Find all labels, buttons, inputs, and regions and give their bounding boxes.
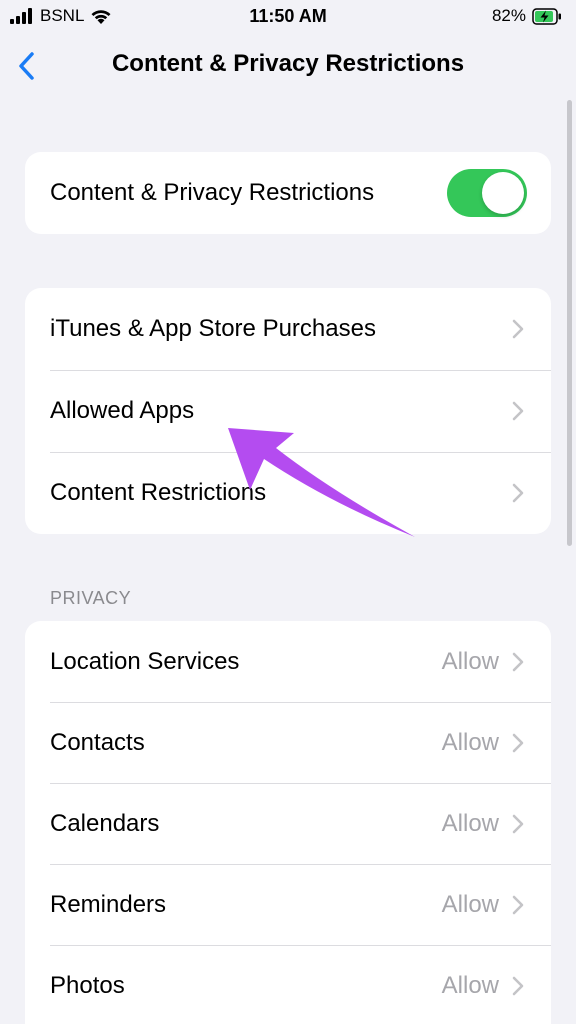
row-label: iTunes & App Store Purchases xyxy=(50,315,376,342)
chevron-right-icon xyxy=(512,483,524,503)
store-settings-group: iTunes & App Store Purchases Allowed App… xyxy=(25,288,551,534)
main-toggle-group: Content & Privacy Restrictions xyxy=(25,152,551,234)
chevron-right-icon xyxy=(512,895,524,914)
battery-percent: 82% xyxy=(491,6,526,25)
battery-charging-icon xyxy=(532,7,561,25)
itunes-app-store-purchases-row[interactable]: iTunes & App Store Purchases xyxy=(25,288,551,370)
chevron-right-icon xyxy=(512,733,524,752)
content-privacy-toggle[interactable] xyxy=(447,169,527,217)
row-label: Content Restrictions xyxy=(50,479,267,506)
toggle-knob xyxy=(482,172,524,214)
status-right: 82% xyxy=(492,6,562,26)
row-value: Allow xyxy=(441,890,499,918)
page-title: Content & Privacy Restrictions xyxy=(111,50,465,77)
location-services-row[interactable]: Location Services Allow xyxy=(25,621,551,702)
row-value: Allow xyxy=(441,809,499,837)
status-bar: BSNL 11:50 AM 82% xyxy=(0,0,576,34)
chevron-right-icon xyxy=(512,319,524,339)
content-restrictions-row[interactable]: Content Restrictions xyxy=(25,452,551,534)
allowed-apps-row[interactable]: Allowed Apps xyxy=(25,370,551,452)
row-label: Location Services xyxy=(50,647,240,675)
content-privacy-toggle-row: Content & Privacy Restrictions xyxy=(25,152,551,234)
contacts-row[interactable]: Contacts Allow xyxy=(25,702,551,783)
privacy-section-header: PRIVACY xyxy=(50,588,132,608)
row-label: Reminders xyxy=(50,890,167,918)
chevron-right-icon xyxy=(512,976,524,995)
status-time: 11:50 AM xyxy=(249,6,327,26)
row-label: Calendars xyxy=(50,809,160,837)
row-value: Allow xyxy=(441,971,499,999)
row-value: Allow xyxy=(441,728,499,756)
row-label: Allowed Apps xyxy=(50,397,195,424)
reminders-row[interactable]: Reminders Allow xyxy=(25,864,551,945)
row-label: Contacts xyxy=(50,728,145,756)
privacy-settings-group: Location Services Allow Contacts Allow C… xyxy=(25,621,551,1024)
screen: BSNL 11:50 AM 82% Content & Privacy Rest… xyxy=(0,0,576,1024)
scroll-indicator xyxy=(567,100,572,546)
row-value: Allow xyxy=(441,647,499,675)
photos-row[interactable]: Photos Allow xyxy=(25,945,551,1024)
row-label: Photos xyxy=(50,971,125,999)
chevron-right-icon xyxy=(512,814,524,833)
chevron-right-icon xyxy=(512,401,524,421)
navigation-bar: Content & Privacy Restrictions xyxy=(0,34,576,98)
chevron-right-icon xyxy=(512,652,524,671)
calendars-row[interactable]: Calendars Allow xyxy=(25,783,551,864)
